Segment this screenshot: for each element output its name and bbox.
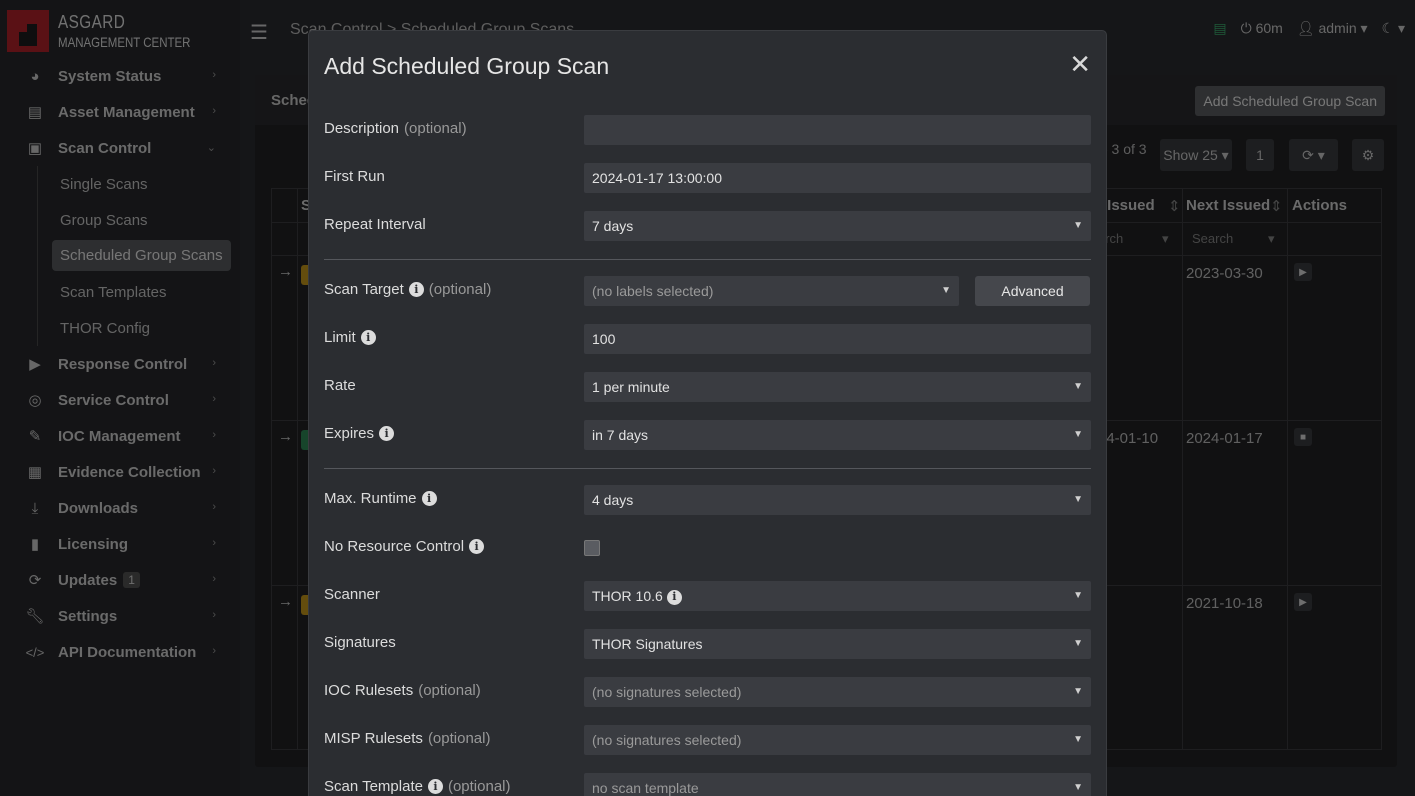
misp-rulesets-label: MISP Rulesets: [324, 730, 423, 747]
scan-target-label: Scan Target: [324, 281, 404, 298]
optional-hint: (optional): [428, 281, 492, 298]
ioc-rulesets-value: (no signatures selected): [592, 684, 742, 700]
rate-value: 1 per minute: [592, 379, 670, 395]
rate-row: Rate 1 per minute ▼: [324, 372, 1091, 402]
divider: [324, 468, 1091, 469]
limit-row: Limit i 100: [324, 324, 1091, 354]
ioc-rulesets-row: IOC Rulesets (optional) (no signatures se…: [324, 677, 1091, 707]
signatures-value: THOR Signatures: [592, 636, 703, 652]
scan-template-value: no scan template: [592, 780, 699, 796]
scanner-row: Scanner THOR 10.6 i ▼: [324, 581, 1091, 611]
caret-down-icon: ▼: [1073, 590, 1083, 601]
signatures-row: Signatures THOR Signatures ▼: [324, 629, 1091, 659]
repeat-interval-value: 7 days: [592, 218, 634, 234]
divider: [324, 259, 1091, 260]
info-icon[interactable]: i: [408, 282, 424, 297]
no-resource-control-label: No Resource Control: [324, 538, 465, 555]
scanner-label: Scanner: [324, 586, 380, 603]
scan-template-label: Scan Template: [324, 778, 423, 795]
scanner-select[interactable]: THOR 10.6 i ▼: [584, 581, 1091, 611]
caret-down-icon: ▼: [1073, 381, 1083, 392]
modal-title: Add Scheduled Group Scan: [324, 53, 610, 79]
first-run-row: First Run 2024-01-17 13:00:00: [324, 163, 1091, 193]
repeat-interval-row: Repeat Interval 7 days ▼: [324, 211, 1091, 241]
expires-label: Expires: [324, 425, 375, 442]
caret-down-icon: ▼: [1073, 734, 1083, 745]
no-resource-control-checkbox[interactable]: [584, 540, 600, 556]
scanner-value: THOR 10.6: [592, 588, 663, 604]
info-icon[interactable]: i: [427, 779, 443, 794]
caret-down-icon: ▼: [1073, 638, 1083, 649]
info-icon[interactable]: i: [666, 589, 682, 605]
rate-label: Rate: [324, 377, 356, 394]
info-icon[interactable]: i: [360, 330, 376, 345]
optional-hint: (optional): [447, 778, 511, 795]
misp-rulesets-value: (no signatures selected): [592, 732, 742, 748]
optional-hint: (optional): [404, 120, 467, 137]
limit-field[interactable]: 100: [584, 324, 1091, 354]
info-icon[interactable]: i: [379, 426, 395, 441]
caret-down-icon: ▼: [1073, 220, 1083, 231]
ioc-rulesets-label: IOC Rulesets: [324, 682, 414, 699]
max-runtime-value: 4 days: [592, 492, 634, 508]
rate-select[interactable]: 1 per minute ▼: [584, 372, 1091, 402]
misp-rulesets-select[interactable]: (no signatures selected) ▼: [584, 725, 1091, 755]
caret-down-icon: ▼: [1073, 429, 1083, 440]
first-run-field[interactable]: 2024-01-17 13:00:00: [584, 163, 1091, 193]
info-icon[interactable]: i: [421, 491, 437, 506]
expires-select[interactable]: in 7 days ▼: [584, 420, 1091, 450]
max-runtime-label: Max. Runtime: [324, 490, 417, 507]
limit-label: Limit: [324, 329, 356, 346]
scan-target-value: (no labels selected): [592, 283, 714, 299]
caret-down-icon: ▼: [941, 285, 951, 296]
scan-template-row: Scan Template i (optional) no scan templat…: [324, 773, 1091, 796]
close-icon[interactable]: ✕: [1069, 51, 1091, 77]
caret-down-icon: ▼: [1073, 494, 1083, 505]
scan-template-select[interactable]: no scan template ▼: [584, 773, 1091, 796]
description-label: Description: [324, 120, 400, 137]
ioc-rulesets-select[interactable]: (no signatures selected) ▼: [584, 677, 1091, 707]
advanced-button[interactable]: Advanced: [975, 276, 1090, 306]
description-row: Description (optional): [324, 115, 1091, 145]
optional-hint: (optional): [418, 682, 481, 699]
info-icon[interactable]: i: [469, 539, 485, 554]
repeat-interval-select[interactable]: 7 days ▼: [584, 211, 1091, 241]
scan-target-row: Scan Target i (optional) (no labels select…: [324, 276, 1091, 306]
add-scheduled-group-scan-modal: Add Scheduled Group Scan ✕ Description (o…: [308, 30, 1107, 796]
max-runtime-row: Max. Runtime i 4 days ▼: [324, 485, 1091, 515]
description-field[interactable]: [584, 115, 1091, 145]
expires-row: Expires i in 7 days ▼: [324, 420, 1091, 450]
misp-rulesets-row: MISP Rulesets (optional) (no signatures s…: [324, 725, 1091, 755]
signatures-select[interactable]: THOR Signatures ▼: [584, 629, 1091, 659]
caret-down-icon: ▼: [1073, 782, 1083, 793]
no-resource-control-row: No Resource Control i: [324, 533, 1091, 563]
max-runtime-select[interactable]: 4 days ▼: [584, 485, 1091, 515]
scan-target-select[interactable]: (no labels selected) ▼: [584, 276, 959, 306]
expires-value: in 7 days: [592, 427, 649, 443]
first-run-label: First Run: [324, 168, 385, 185]
signatures-label: Signatures: [324, 634, 396, 651]
optional-hint: (optional): [427, 730, 491, 747]
caret-down-icon: ▼: [1073, 686, 1083, 697]
repeat-interval-label: Repeat Interval: [324, 216, 426, 233]
